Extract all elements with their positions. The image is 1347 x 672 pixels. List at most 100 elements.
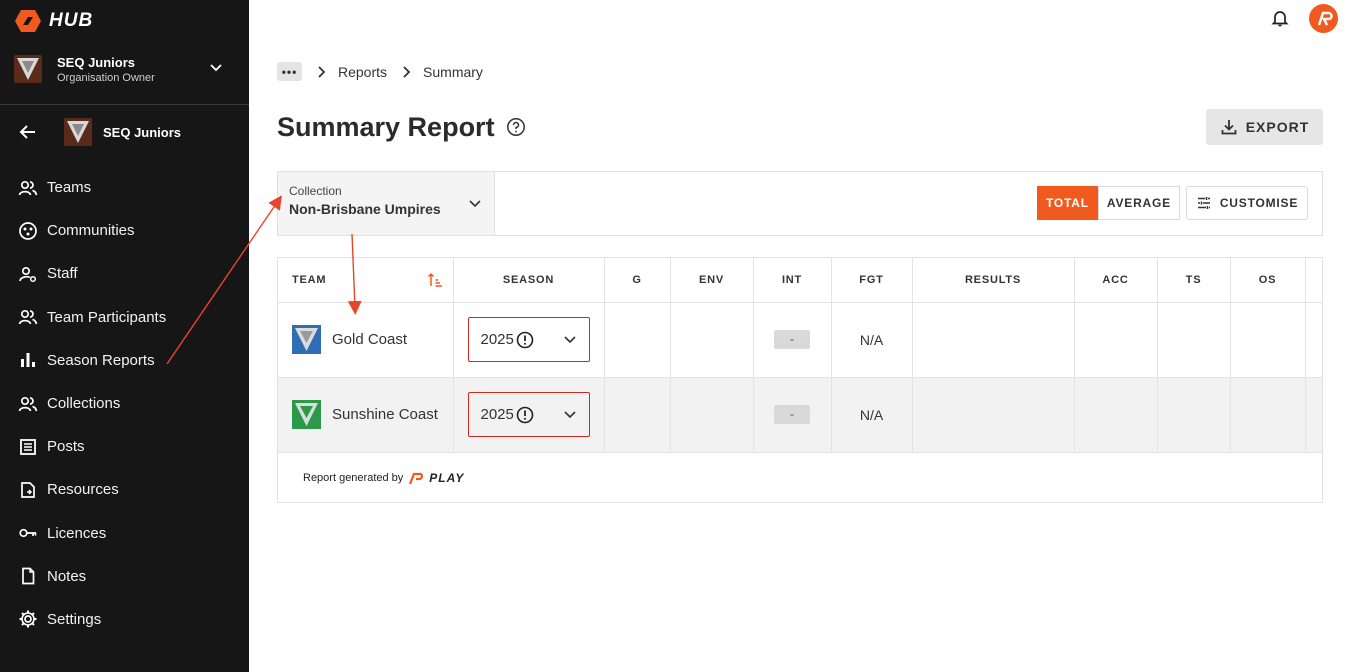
- cell-acc: [1074, 302, 1158, 378]
- people-icon: [18, 307, 38, 327]
- sub-org-shield-icon: [64, 118, 92, 146]
- column-header-acc[interactable]: ACC: [1074, 258, 1158, 303]
- collection-value: Non-Brisbane Umpires: [289, 201, 441, 217]
- total-button[interactable]: TOTAL: [1037, 186, 1098, 220]
- customise-label: CUSTOMISE: [1219, 196, 1299, 210]
- team-name[interactable]: Gold Coast: [332, 331, 407, 348]
- brand[interactable]: HUB: [15, 10, 93, 32]
- posts-icon: [18, 437, 38, 457]
- community-icon: [18, 221, 38, 241]
- column-header-env[interactable]: ENV: [670, 258, 754, 303]
- sidebar-item-label: Licences: [47, 524, 107, 542]
- column-header-fgt[interactable]: FGT: [831, 258, 913, 303]
- sidebar-item-label: Communities: [47, 222, 135, 240]
- int-value-pill: -: [774, 405, 810, 424]
- alert-circle-icon: [516, 331, 534, 349]
- play-logo: PLAY: [409, 471, 464, 485]
- column-header-g[interactable]: G: [604, 258, 671, 303]
- customise-button[interactable]: CUSTOMISE: [1186, 186, 1308, 220]
- sidebar-item-label: Settings: [47, 610, 102, 628]
- cell-overflow: [1305, 377, 1322, 453]
- int-value-pill: -: [774, 330, 810, 349]
- sidebar: HUB SEQ Juniors Organisation Owner SEQ J…: [0, 0, 249, 672]
- breadcrumb-more-button[interactable]: •••: [277, 62, 302, 81]
- column-header-team[interactable]: TEAM: [278, 258, 454, 303]
- season-select[interactable]: 2025: [467, 317, 590, 362]
- page-title: Summary Report: [277, 112, 495, 142]
- sidebar-item-teams[interactable]: Teams: [0, 166, 249, 209]
- sidebar-item-staff[interactable]: Staff: [0, 252, 249, 295]
- summary-table: TEAM SEASON G ENV INT FGT RESULTS ACC TS…: [277, 257, 1323, 503]
- sidebar-item-label: Season Reports: [47, 351, 155, 369]
- key-icon: [18, 523, 38, 543]
- chevron-down-icon: [563, 411, 576, 419]
- people-icon: [18, 394, 38, 414]
- sidebar-item-licences[interactable]: Licences: [0, 512, 249, 555]
- resources-icon: [18, 480, 38, 500]
- sidebar-item-label: Collections: [47, 395, 121, 413]
- help-icon[interactable]: [506, 117, 526, 137]
- hub-logo-icon: [15, 10, 41, 32]
- sidebar-item-settings[interactable]: Settings: [0, 598, 249, 641]
- cell-g: [604, 302, 671, 378]
- season-select[interactable]: 2025: [467, 392, 590, 437]
- org-name: SEQ Juniors: [57, 54, 136, 70]
- cell-fgt: N/A: [831, 302, 913, 378]
- breadcrumb-reports[interactable]: Reports: [338, 64, 387, 80]
- table-row: Sunshine Coast 2025 - N/A: [278, 377, 1322, 453]
- sub-org-name: SEQ Juniors: [103, 124, 182, 140]
- cell-os: [1230, 302, 1306, 378]
- season-value: 2025: [480, 331, 514, 348]
- user-logo-icon: [1317, 11, 1333, 26]
- sidebar-item-resources[interactable]: Resources: [0, 468, 249, 511]
- cell-int: -: [753, 302, 832, 378]
- cell-ts: [1157, 377, 1231, 453]
- cell-int: -: [753, 377, 832, 453]
- org-switcher[interactable]: SEQ Juniors Organisation Owner: [14, 52, 236, 86]
- column-header-os[interactable]: OS: [1230, 258, 1306, 303]
- download-icon: [1221, 120, 1237, 135]
- bar-chart-icon: [18, 350, 38, 370]
- column-header-results[interactable]: RESULTS: [912, 258, 1075, 303]
- team-name[interactable]: Sunshine Coast: [332, 406, 438, 423]
- chevron-right-icon: [316, 65, 326, 78]
- cell-g: [604, 377, 671, 453]
- cell-env: [670, 302, 754, 378]
- breadcrumb-summary: Summary: [423, 63, 483, 80]
- sidebar-divider: [0, 104, 249, 105]
- column-header-season[interactable]: SEASON: [453, 258, 605, 303]
- sidebar-item-collections[interactable]: Collections: [0, 382, 249, 425]
- sidebar-item-communities[interactable]: Communities: [0, 209, 249, 252]
- breadcrumb: ••• Reports Summary: [277, 62, 483, 81]
- report-footer: Report generated by PLAY: [278, 453, 1322, 502]
- column-header-label: TEAM: [292, 273, 327, 286]
- chevron-down-icon[interactable]: [208, 60, 224, 76]
- people-icon: [18, 178, 38, 198]
- cell-results: [912, 302, 1075, 378]
- season-value: 2025: [480, 406, 514, 423]
- export-button[interactable]: EXPORT: [1206, 109, 1323, 145]
- alert-circle-icon: [516, 406, 534, 424]
- sort-ascending-icon[interactable]: [427, 272, 443, 288]
- column-header-int[interactable]: INT: [753, 258, 832, 303]
- collection-select[interactable]: Collection Non-Brisbane Umpires: [278, 172, 495, 235]
- sidebar-item-label: Team Participants: [47, 308, 167, 326]
- note-icon: [18, 566, 38, 586]
- average-button[interactable]: AVERAGE: [1097, 186, 1180, 220]
- team-shield-icon: [292, 325, 321, 354]
- gear-icon: [18, 609, 38, 629]
- sidebar-item-season-reports[interactable]: Season Reports: [0, 339, 249, 382]
- chevron-right-icon: [401, 65, 411, 78]
- mode-toggle: TOTAL AVERAGE: [1037, 186, 1180, 220]
- back-arrow-icon[interactable]: [18, 122, 38, 142]
- sliders-icon: [1197, 197, 1210, 209]
- avatar[interactable]: [1309, 4, 1338, 33]
- sidebar-item-posts[interactable]: Posts: [0, 425, 249, 468]
- sidebar-item-team-participants[interactable]: Team Participants: [0, 296, 249, 339]
- column-header-ts[interactable]: TS: [1157, 258, 1231, 303]
- bell-icon[interactable]: [1270, 8, 1290, 28]
- collection-label: Collection: [289, 184, 342, 198]
- column-header-more: [1305, 258, 1322, 303]
- sidebar-item-notes[interactable]: Notes: [0, 555, 249, 598]
- play-logo-icon: [409, 472, 424, 485]
